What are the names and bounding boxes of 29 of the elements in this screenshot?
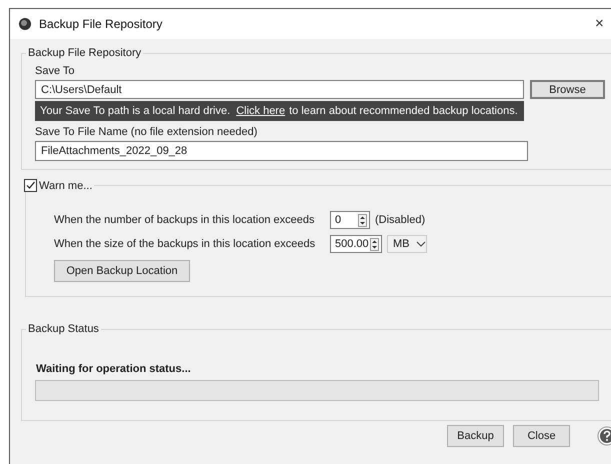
open-location-button[interactable]: Open Backup Location bbox=[54, 260, 190, 282]
close-button[interactable]: × bbox=[595, 15, 604, 32]
checkbox-label: Warn me... bbox=[39, 180, 92, 192]
group-legend: Backup Status bbox=[26, 323, 101, 335]
notice-text: Your Save To path is a local hard drive. bbox=[40, 105, 230, 117]
app-icon bbox=[18, 17, 32, 31]
spin-arrows-icon[interactable] bbox=[370, 238, 379, 250]
learn-link[interactable]: Click here bbox=[236, 105, 286, 117]
spin-arrows-icon[interactable] bbox=[358, 214, 367, 226]
dialog-button[interactable]: Backup bbox=[447, 425, 504, 447]
number-spinner[interactable]: 0 bbox=[330, 211, 370, 229]
notice-text: to learn about recommended backup locations. bbox=[289, 105, 518, 117]
help-icon[interactable] bbox=[597, 426, 611, 446]
threshold-label: When the size of the backups in this location exceeds bbox=[54, 238, 316, 250]
dialog-button[interactable]: Close bbox=[513, 425, 570, 447]
threshold-label: When the number of backups in this location exceeds bbox=[54, 214, 316, 226]
group-legend: Backup File Repository bbox=[26, 47, 144, 59]
number-spinner[interactable]: 500.00 bbox=[330, 235, 382, 253]
save-to-field[interactable]: C:\Users\Default bbox=[35, 80, 524, 99]
field-label: Save To bbox=[35, 65, 76, 77]
status-message: Waiting for operation status... bbox=[36, 363, 192, 375]
unit-dropdown[interactable]: MB bbox=[387, 235, 427, 253]
file-name-field[interactable]: FileAttachments_2022_09_28 bbox=[35, 141, 528, 161]
window-title: Backup File Repository bbox=[39, 17, 162, 31]
chevron-down-icon bbox=[416, 241, 426, 247]
browse-button[interactable]: Browse bbox=[530, 80, 605, 99]
field-label: Save To File Name (no file extension needed) bbox=[35, 126, 258, 138]
warn-checkbox[interactable] bbox=[24, 179, 37, 192]
status-note: (Disabled) bbox=[375, 214, 426, 226]
